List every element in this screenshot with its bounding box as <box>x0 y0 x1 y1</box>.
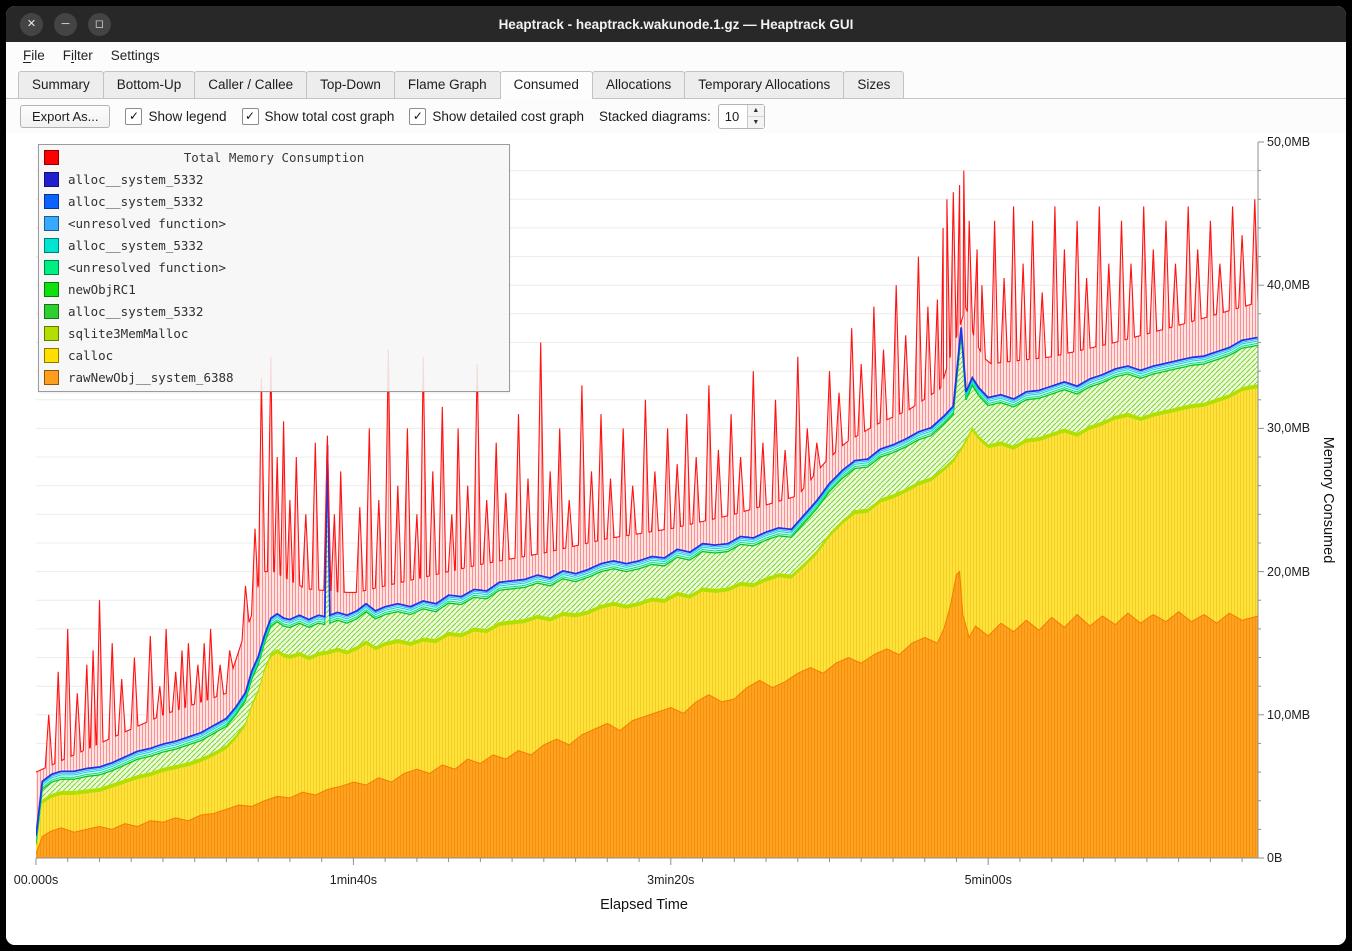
toolbar: Export As... ✓ Show legend ✓ Show total … <box>6 99 1346 133</box>
spinner-buttons: ▲ ▼ <box>747 105 764 128</box>
x-tick-label: 5min00s <box>965 873 1012 887</box>
stacked-diagrams-group: Stacked diagrams: 10 ▲ ▼ <box>599 104 765 129</box>
y-tick-label: 0B <box>1267 851 1282 865</box>
legend-swatch <box>44 326 59 341</box>
legend-item: alloc__system_5332 <box>39 190 509 212</box>
legend-item: <unresolved function> <box>39 212 509 234</box>
spinner-up-icon[interactable]: ▲ <box>748 105 764 117</box>
menu-accel: F <box>23 48 31 63</box>
menu-label: lter <box>74 48 93 63</box>
y-tick-label: 20,0MB <box>1267 565 1310 579</box>
legend-title-swatch <box>44 150 59 165</box>
legend-item: alloc__system_5332 <box>39 168 509 190</box>
legend-label: alloc__system_5332 <box>68 172 203 187</box>
menu-filter[interactable]: Filter <box>54 45 102 66</box>
legend-item: alloc__system_5332 <box>39 300 509 322</box>
legend-label: <unresolved function> <box>68 216 226 231</box>
tab-bottom-up[interactable]: Bottom-Up <box>103 71 196 98</box>
legend-swatch <box>44 282 59 297</box>
legend-swatch <box>44 238 59 253</box>
menu-bar: File Filter Settings <box>6 42 1346 68</box>
y-tick-label: 50,0MB <box>1267 135 1310 149</box>
legend-title: Total Memory Consumption <box>68 150 480 165</box>
minimize-icon[interactable]: ─ <box>54 13 77 36</box>
x-tick-label: 1min40s <box>330 873 377 887</box>
legend-swatch <box>44 304 59 319</box>
spinner-down-icon[interactable]: ▼ <box>748 117 764 128</box>
y-tick-label: 40,0MB <box>1267 278 1310 292</box>
menu-settings[interactable]: Settings <box>102 45 169 66</box>
legend-swatch <box>44 194 59 209</box>
checkbox-label: Show legend <box>148 109 226 124</box>
window-controls: ✕ ─ ◻ <box>20 13 111 36</box>
legend-swatch <box>44 260 59 275</box>
legend-item: sqlite3MemMalloc <box>39 322 509 344</box>
chart-legend: Total Memory Consumption alloc__system_5… <box>38 144 510 392</box>
legend-label: newObjRC1 <box>68 282 136 297</box>
tab-summary[interactable]: Summary <box>18 71 104 98</box>
tab-flame-graph[interactable]: Flame Graph <box>394 71 501 98</box>
x-tick-label: 3min20s <box>647 873 694 887</box>
menu-label: ile <box>31 48 45 63</box>
legend-title-row: Total Memory Consumption <box>39 146 509 168</box>
checkmark-icon: ✓ <box>409 108 426 125</box>
legend-item: newObjRC1 <box>39 278 509 300</box>
heaptrack-window: ✕ ─ ◻ Heaptrack - heaptrack.wakunode.1.g… <box>6 6 1346 945</box>
checkbox-label: Show total cost graph <box>265 109 395 124</box>
legend-label: calloc <box>68 348 113 363</box>
maximize-icon[interactable]: ◻ <box>88 13 111 36</box>
show-total-cost-graph-checkbox[interactable]: ✓ Show total cost graph <box>242 108 395 125</box>
legend-swatch <box>44 348 59 363</box>
tab-top-down[interactable]: Top-Down <box>306 71 395 98</box>
tab-caller-callee[interactable]: Caller / Callee <box>194 71 307 98</box>
x-tick-label: 00.000s <box>14 873 58 887</box>
tab-consumed[interactable]: Consumed <box>500 71 593 99</box>
menu-label: s <box>153 48 160 63</box>
show-legend-checkbox[interactable]: ✓ Show legend <box>125 108 226 125</box>
menu-file[interactable]: File <box>14 45 54 66</box>
menu-label: F <box>63 48 71 63</box>
checkmark-icon: ✓ <box>242 108 259 125</box>
y-tick-label: 30,0MB <box>1267 421 1310 435</box>
legend-swatch <box>44 172 59 187</box>
legend-label: alloc__system_5332 <box>68 194 203 209</box>
legend-label: alloc__system_5332 <box>68 304 203 319</box>
x-axis-title: Elapsed Time <box>600 897 688 913</box>
window-title: Heaptrack - heaptrack.wakunode.1.gz — He… <box>6 17 1346 32</box>
checkmark-icon: ✓ <box>125 108 142 125</box>
tab-allocations[interactable]: Allocations <box>592 71 685 98</box>
legend-swatch <box>44 370 59 385</box>
chart-area: Total Memory Consumption alloc__system_5… <box>6 133 1346 945</box>
show-detailed-cost-graph-checkbox[interactable]: ✓ Show detailed cost graph <box>409 108 584 125</box>
legend-item: alloc__system_5332 <box>39 234 509 256</box>
legend-label: alloc__system_5332 <box>68 238 203 253</box>
spinner-value[interactable]: 10 <box>719 105 747 128</box>
legend-item: calloc <box>39 344 509 366</box>
legend-label: sqlite3MemMalloc <box>68 326 188 341</box>
legend-swatch <box>44 216 59 231</box>
menu-accel: g <box>145 48 153 63</box>
stacked-diagrams-spinner[interactable]: 10 ▲ ▼ <box>718 104 765 129</box>
y-tick-label: 10,0MB <box>1267 708 1310 722</box>
checkbox-label: Show detailed cost graph <box>432 109 584 124</box>
menu-label: Settin <box>111 48 146 63</box>
legend-item: rawNewObj__system_6388 <box>39 366 509 388</box>
legend-item: <unresolved function> <box>39 256 509 278</box>
stacked-diagrams-label: Stacked diagrams: <box>599 109 711 124</box>
export-as-button[interactable]: Export As... <box>20 105 110 128</box>
legend-label: <unresolved function> <box>68 260 226 275</box>
close-icon[interactable]: ✕ <box>20 13 43 36</box>
y-axis-title: Memory Consumed <box>1320 437 1336 564</box>
title-bar[interactable]: ✕ ─ ◻ Heaptrack - heaptrack.wakunode.1.g… <box>6 6 1346 42</box>
tab-sizes[interactable]: Sizes <box>843 71 904 98</box>
tab-bar: Summary Bottom-Up Caller / Callee Top-Do… <box>6 68 1346 99</box>
tab-temporary-allocations[interactable]: Temporary Allocations <box>684 71 844 98</box>
legend-label: rawNewObj__system_6388 <box>68 370 234 385</box>
